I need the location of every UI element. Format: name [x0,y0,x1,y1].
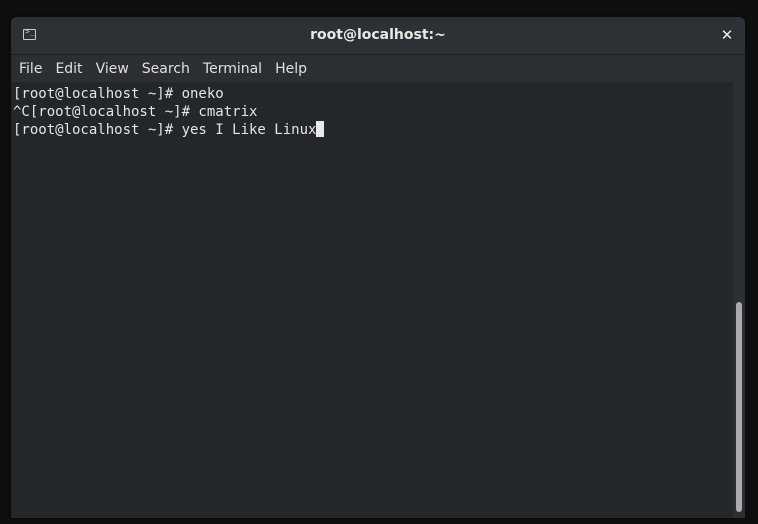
terminal-line-text: [root@localhost ~]# oneko [13,86,224,102]
window-title: root@localhost:~ [310,27,446,43]
terminal-output[interactable]: [root@localhost ~]# oneko ^C[root@localh… [11,82,733,518]
terminal-line: ^C[root@localhost ~]# cmatrix [13,103,733,121]
vertical-scrollbar[interactable] [733,82,745,518]
terminal-window: >_ root@localhost:~ ✕ File Edit View Sea… [11,17,745,518]
close-button[interactable]: ✕ [717,25,737,45]
menu-edit[interactable]: Edit [49,57,88,81]
menu-search[interactable]: Search [136,57,196,81]
menu-help[interactable]: Help [269,57,313,81]
menu-bar: File Edit View Search Terminal Help [11,55,745,82]
menu-view[interactable]: View [90,57,135,81]
text-cursor [316,121,325,137]
title-bar[interactable]: >_ root@localhost:~ ✕ [11,17,745,55]
menu-file[interactable]: File [13,57,48,81]
scrollbar-thumb[interactable] [736,302,742,512]
terminal-line-text: [root@localhost ~]# yes I Like Linux [13,122,317,138]
terminal-line: [root@localhost ~]# yes I Like Linux [13,121,733,139]
close-icon: ✕ [720,26,734,44]
terminal-line-text: ^C[root@localhost ~]# cmatrix [13,104,258,120]
menu-terminal[interactable]: Terminal [197,57,268,81]
terminal-line: [root@localhost ~]# oneko [13,85,733,103]
